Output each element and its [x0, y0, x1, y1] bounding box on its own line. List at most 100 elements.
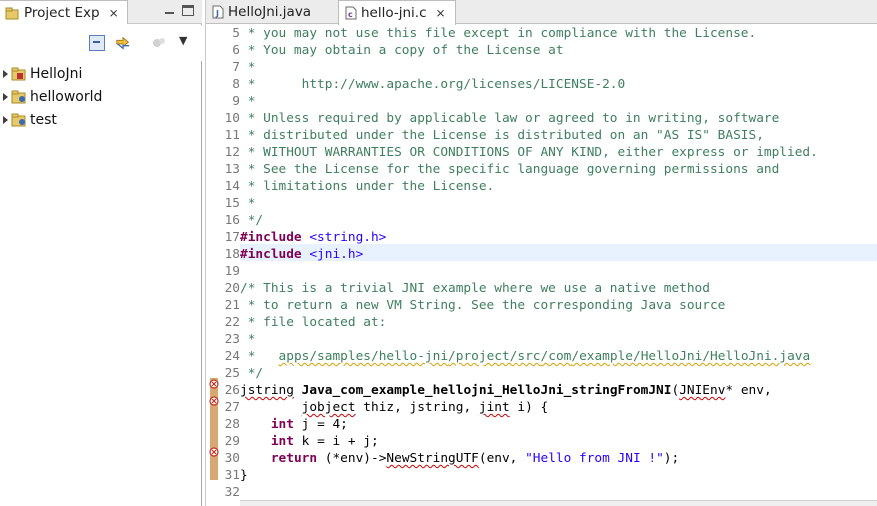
expand-arrow-icon[interactable]	[3, 92, 8, 101]
code-line: #include <string.h>	[240, 229, 877, 246]
code-token: i) {	[509, 400, 549, 415]
error-marker-icon[interactable]	[209, 396, 219, 406]
tree-item-test[interactable]: test	[0, 108, 202, 131]
code-token: "Hello from JNI !"	[525, 451, 664, 466]
code-token: j = 4;	[293, 417, 348, 432]
code-token: *	[240, 349, 279, 364]
code-line: * you may not use this file except in co…	[240, 26, 757, 41]
code-line: * WITHOUT WARRANTIES OR CONDITIONS OF AN…	[240, 145, 818, 160]
code-token: (env,	[478, 451, 526, 466]
tree-item-label: HelloJni	[30, 65, 83, 82]
tab-hellojni-java[interactable]: J HelloJni.java	[206, 0, 336, 24]
code-line: #include <jni.h>	[240, 246, 877, 263]
maximize-icon[interactable]	[182, 5, 194, 16]
code-line: * You may obtain a copy of the License a…	[240, 43, 564, 58]
code-line: * limitations under the License.	[240, 179, 495, 194]
line-number: 29	[224, 434, 240, 449]
line-number: 23	[224, 332, 240, 347]
horizontal-scrollbar[interactable]	[240, 500, 877, 506]
code-line: * Unless required by applicable law or a…	[240, 111, 780, 126]
project-folder-icon	[11, 113, 26, 126]
code-line: * http://www.apache.org/licenses/LICENSE…	[240, 77, 626, 92]
java-file-icon: J	[212, 5, 224, 19]
link-with-editor-icon[interactable]	[115, 35, 131, 51]
code-token: );	[663, 451, 680, 466]
code-line: int j = 4;	[240, 416, 877, 433]
code-token: return	[270, 451, 318, 466]
line-number: 14	[224, 179, 240, 194]
tree-item-helloworld[interactable]: helloworld	[0, 85, 202, 108]
tab-project-explorer-label: Project Exp	[24, 4, 100, 21]
editor-panel: J HelloJni.java c hello-jni.c ⨯ * you ma…	[205, 0, 877, 506]
expand-arrow-icon[interactable]	[3, 69, 8, 78]
expand-arrow-icon[interactable]	[3, 115, 8, 124]
code-token: com	[548, 349, 572, 364]
code-line: * apps/samples/hello-jni/project/src/com…	[240, 348, 877, 365]
code-token: #include	[240, 230, 302, 245]
line-number: 9	[232, 94, 240, 109]
android-project-icon	[11, 67, 26, 80]
minimize-icon[interactable]	[162, 4, 177, 17]
project-tree: HelloJni helloworld test	[0, 62, 202, 131]
line-number: 11	[224, 128, 240, 143]
code-token: int	[270, 417, 294, 432]
line-number: 32	[224, 485, 240, 500]
tab-project-explorer[interactable]: Project Exp ⨯	[0, 0, 128, 24]
line-number: 7	[232, 60, 240, 75]
line-number: 20	[224, 281, 240, 296]
code-token: int	[270, 434, 294, 449]
close-icon[interactable]: ⨯	[436, 7, 446, 19]
code-token: jni	[424, 349, 449, 364]
tree-item-label: helloworld	[30, 88, 103, 105]
line-number: 12	[224, 145, 240, 160]
code-line: *	[240, 94, 256, 109]
code-token: #include	[240, 247, 302, 262]
close-icon[interactable]: ⨯	[109, 7, 119, 19]
tab-hello-jni-c[interactable]: c hello-jni.c ⨯	[338, 0, 456, 25]
focus-task-icon[interactable]	[151, 35, 167, 51]
line-number: 21	[224, 298, 240, 313]
code-line: *	[240, 60, 256, 75]
line-number: 17	[224, 230, 240, 245]
code-token: Java_com_example_hellojni_HelloJni_strin…	[301, 383, 672, 398]
code-token: JNIEnv	[679, 383, 726, 398]
code-token: thiz, jstring,	[355, 400, 479, 415]
tab-label: HelloJni.java	[228, 4, 312, 20]
line-number: 28	[224, 417, 240, 432]
svg-text:J: J	[215, 9, 219, 18]
line-number: 22	[224, 315, 240, 330]
svg-text:c: c	[348, 10, 353, 19]
line-number: 19	[224, 264, 240, 279]
code-editor[interactable]: * you may not use this file except in co…	[240, 25, 877, 506]
project-explorer-panel: Project Exp ⨯ ▼ HelloJni helloworld test	[0, 0, 202, 506]
code-token: NewStringUTF	[386, 451, 479, 466]
line-number: 5	[232, 26, 240, 41]
tree-item-hellojni[interactable]: HelloJni	[0, 62, 202, 85]
project-folder-icon	[11, 90, 26, 103]
line-number: 31	[224, 468, 240, 483]
code-line: * See the License for the specific langu…	[240, 162, 780, 177]
error-marker-icon[interactable]	[209, 379, 219, 389]
tree-item-label: test	[30, 111, 57, 128]
error-marker-icon[interactable]	[209, 447, 219, 457]
code-line: * to return a new VM String. See the cor…	[240, 298, 726, 313]
code-line: jstring Java_com_example_hellojni_HelloJ…	[240, 382, 877, 399]
view-menu-icon[interactable]: ▼	[179, 34, 195, 50]
line-number: 26	[224, 383, 240, 398]
code-line: int k = i + j;	[240, 433, 877, 450]
code-token: <string.h>	[301, 230, 387, 245]
code-token: /project/	[448, 349, 518, 364]
collapse-all-icon[interactable]	[89, 35, 105, 51]
line-number: 24	[224, 349, 240, 364]
code-token: jint	[478, 400, 510, 415]
code-token: jstring	[240, 383, 294, 398]
code-line: * file located at:	[240, 315, 387, 330]
line-number: 8	[232, 77, 240, 92]
project-explorer-icon	[5, 7, 19, 19]
